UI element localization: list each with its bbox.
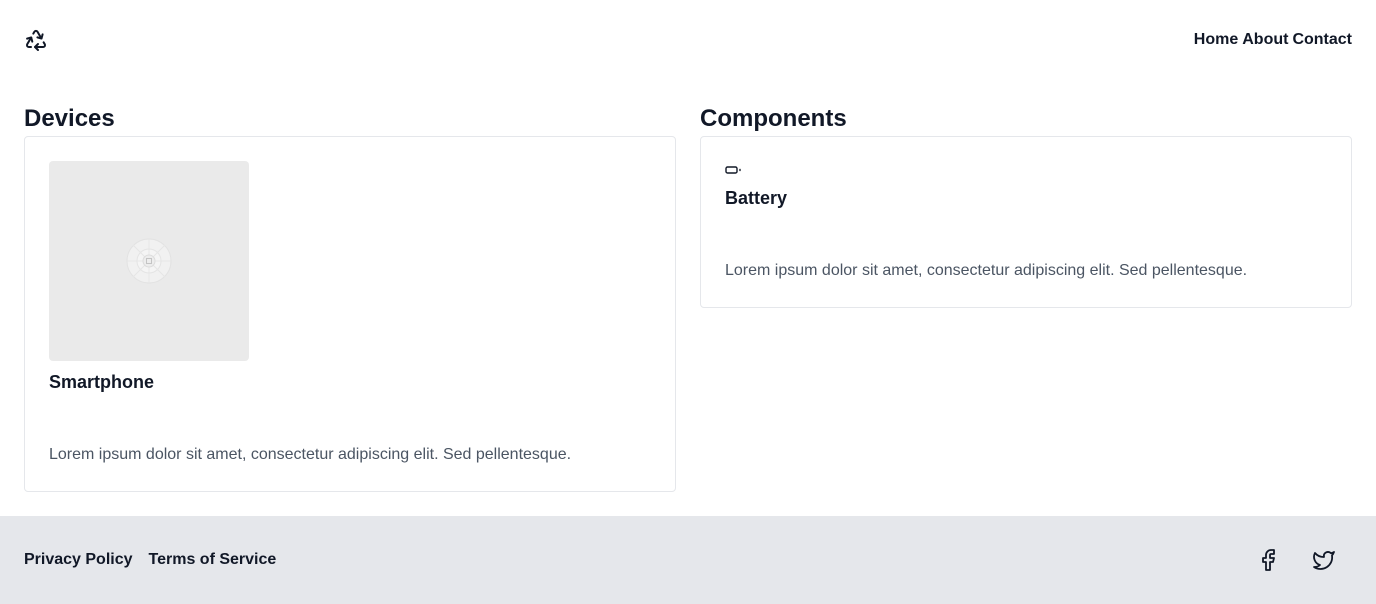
device-name: Smartphone — [49, 372, 155, 392]
twitter-icon[interactable] — [1312, 548, 1336, 572]
components-heading: Components — [700, 105, 847, 132]
component-description: Lorem ipsum dolor sit amet, consectetur … — [725, 262, 1248, 279]
facebook-icon[interactable] — [1256, 548, 1280, 572]
device-description: Lorem ipsum dolor sit amet, consectetur … — [49, 446, 572, 463]
recycle-icon[interactable] — [24, 28, 48, 52]
battery-icon — [725, 163, 743, 175]
device-image — [49, 161, 249, 361]
footer-links: Privacy Policy Terms of Service — [24, 551, 276, 569]
image-placeholder-icon — [126, 238, 172, 284]
nav-about-link[interactable]: About — [1242, 31, 1288, 49]
component-card-battery[interactable]: Battery Lorem ipsum dolor sit amet, cons… — [700, 136, 1352, 308]
device-card-smartphone[interactable]: Smartphone Lorem ipsum dolor sit amet, c… — [24, 136, 676, 492]
site-header: Home About Contact — [0, 0, 1376, 80]
terms-of-service-link[interactable]: Terms of Service — [149, 551, 277, 569]
component-name: Battery — [725, 188, 788, 208]
privacy-policy-link[interactable]: Privacy Policy — [24, 551, 133, 569]
nav-contact-link[interactable]: Contact — [1292, 31, 1352, 49]
main-nav: Home About Contact — [1194, 31, 1352, 49]
site-footer: Privacy Policy Terms of Service — [0, 516, 1376, 604]
nav-home-link[interactable]: Home — [1194, 31, 1238, 49]
devices-heading: Devices — [24, 105, 115, 132]
